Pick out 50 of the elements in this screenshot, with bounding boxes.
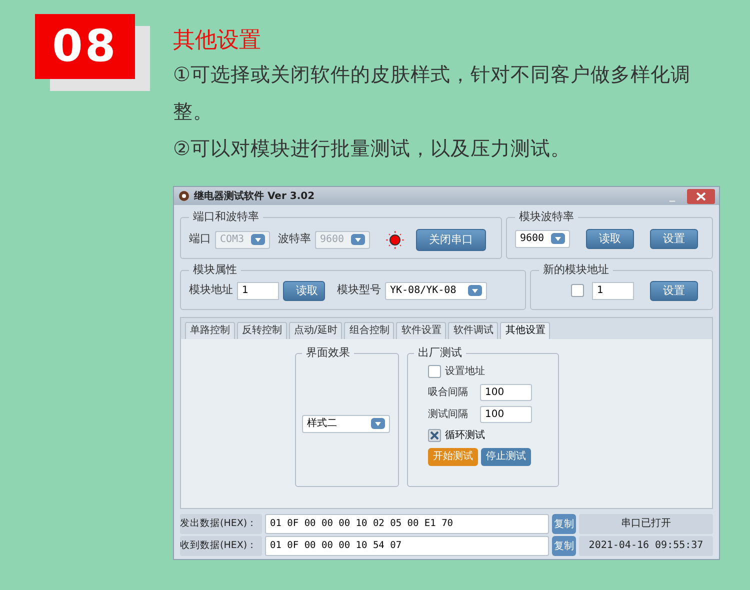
description-text: ①可选择或关闭软件的皮肤样式，针对不同客户做多样化调整。 xyxy=(173,62,692,125)
close-icon[interactable] xyxy=(687,188,715,204)
status-text: 串口已打开 xyxy=(579,514,713,534)
window-title: 继电器测试软件 Ver 3.02 xyxy=(194,190,315,204)
copy-button[interactable]: 复制 xyxy=(552,536,576,556)
baud-label: 波特率 xyxy=(278,231,311,248)
data-label: 收到数据(HEX)： xyxy=(180,536,262,556)
group-title: 界面效果 xyxy=(305,345,351,361)
port-label: 端口 xyxy=(189,231,211,248)
checkbox-label: 循环测试 xyxy=(445,428,485,442)
input-field[interactable]: 100 xyxy=(480,406,532,422)
tab[interactable]: 组合控制 xyxy=(344,322,394,339)
address-label: 模块地址 xyxy=(189,282,233,298)
button[interactable]: 停止测试 xyxy=(481,448,531,466)
group-title: 模块属性 xyxy=(192,262,238,278)
tab[interactable]: 点动/延时 xyxy=(289,322,342,339)
checkbox[interactable] xyxy=(428,428,441,442)
field-label: 测试间隔 xyxy=(428,408,468,422)
dropdown[interactable]: 样式二 xyxy=(302,414,390,433)
button[interactable]: 读取 xyxy=(283,280,325,300)
group-title: 新的模块地址 xyxy=(542,262,610,278)
new-address-field[interactable]: 1 xyxy=(592,282,634,300)
dropdown[interactable]: 9600 xyxy=(515,230,570,248)
address-field[interactable]: 1 xyxy=(237,282,279,300)
button[interactable]: 设置 xyxy=(650,280,698,300)
button[interactable]: 读取 xyxy=(586,228,634,248)
group-title: 模块波特率 xyxy=(518,209,575,225)
tab[interactable]: 其他设置 xyxy=(500,322,550,339)
group-title: 出厂测试 xyxy=(417,345,463,361)
status-text: 2021-04-16 09:55:37 xyxy=(579,536,713,556)
hex-field[interactable]: 01 0F 00 00 00 10 02 05 00 E1 70 xyxy=(265,514,549,534)
hex-field[interactable]: 01 0F 00 00 00 10 54 07 xyxy=(265,536,549,556)
description-text: ②可以对模块进行批量测试，以及压力测试。 xyxy=(173,136,572,162)
tab[interactable]: 反转控制 xyxy=(237,322,287,339)
tab[interactable]: 软件设置 xyxy=(396,322,446,339)
checkbox[interactable] xyxy=(428,364,441,378)
data-label: 发出数据(HEX)： xyxy=(180,514,262,534)
model-label: 模块型号 xyxy=(337,282,381,298)
tab[interactable]: 单路控制 xyxy=(185,322,235,339)
dropdown[interactable]: YK-08/YK-08 xyxy=(385,282,487,300)
copy-button[interactable]: 复制 xyxy=(552,514,576,534)
checkbox-label: 设置地址 xyxy=(445,364,485,378)
tab[interactable]: 软件调试 xyxy=(448,322,498,339)
button[interactable]: 设置 xyxy=(650,228,698,248)
group-title: 端口和波特率 xyxy=(192,209,260,225)
checkbox[interactable] xyxy=(571,284,584,297)
heading: 其他设置 xyxy=(173,27,262,55)
input-field[interactable]: 100 xyxy=(480,384,532,400)
number-badge: 08 xyxy=(35,14,135,79)
field-label: 吸合间隔 xyxy=(428,386,468,400)
